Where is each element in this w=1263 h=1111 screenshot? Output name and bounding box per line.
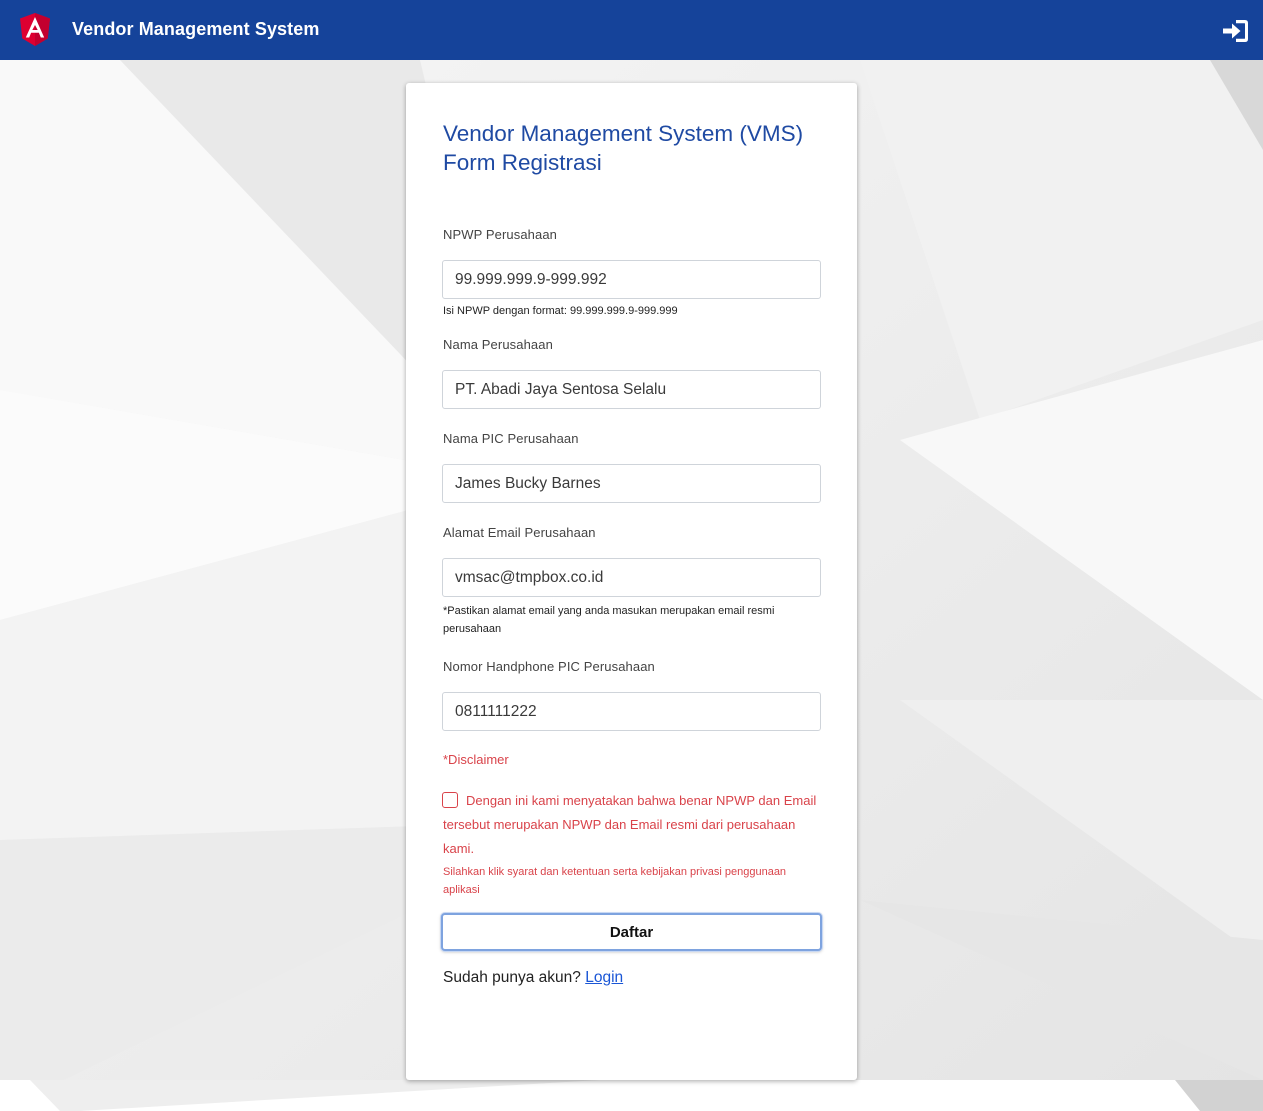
pic-name-label: Nama PIC Perusahaan (443, 431, 579, 446)
phone-label: Nomor Handphone PIC Perusahaan (443, 659, 655, 674)
npwp-input[interactable] (442, 260, 821, 299)
top-navbar: Vendor Management System (0, 0, 1263, 60)
form-title-line2: Form Registrasi (443, 150, 602, 175)
account-prompt-text: Sudah punya akun? (443, 969, 581, 986)
sign-in-icon[interactable] (1221, 19, 1249, 43)
disclaimer-statement: Dengan ini kami menyatakan bahwa benar N… (443, 793, 817, 856)
angular-logo-icon (20, 13, 50, 46)
form-title-line1: Vendor Management System (VMS) (443, 121, 804, 146)
company-name-input[interactable] (442, 370, 821, 409)
form-title: Vendor Management System (VMS) Form Regi… (443, 119, 833, 177)
npwp-hint: Isi NPWP dengan format: 99.999.999.9-999… (443, 305, 678, 317)
npwp-label: NPWP Perusahaan (443, 227, 557, 242)
daftar-button[interactable]: Daftar (441, 913, 822, 951)
disclaimer-checkbox[interactable] (442, 792, 458, 808)
registration-card: Vendor Management System (VMS) Form Regi… (406, 83, 857, 1080)
email-hint: *Pastikan alamat email yang anda masukan… (443, 605, 775, 635)
pic-name-input[interactable] (442, 464, 821, 503)
email-input[interactable] (442, 558, 821, 597)
app-title: Vendor Management System (72, 19, 320, 39)
disclaimer-title: *Disclaimer (443, 752, 509, 767)
login-prompt: Sudah punya akun? Login (443, 969, 623, 987)
phone-input[interactable] (442, 692, 821, 731)
company-name-label: Nama Perusahaan (443, 337, 553, 352)
email-label: Alamat Email Perusahaan (443, 525, 596, 540)
login-link[interactable]: Login (585, 969, 623, 986)
terms-link-text[interactable]: Silahkan klik syarat dan ketentuan serta… (443, 863, 821, 899)
